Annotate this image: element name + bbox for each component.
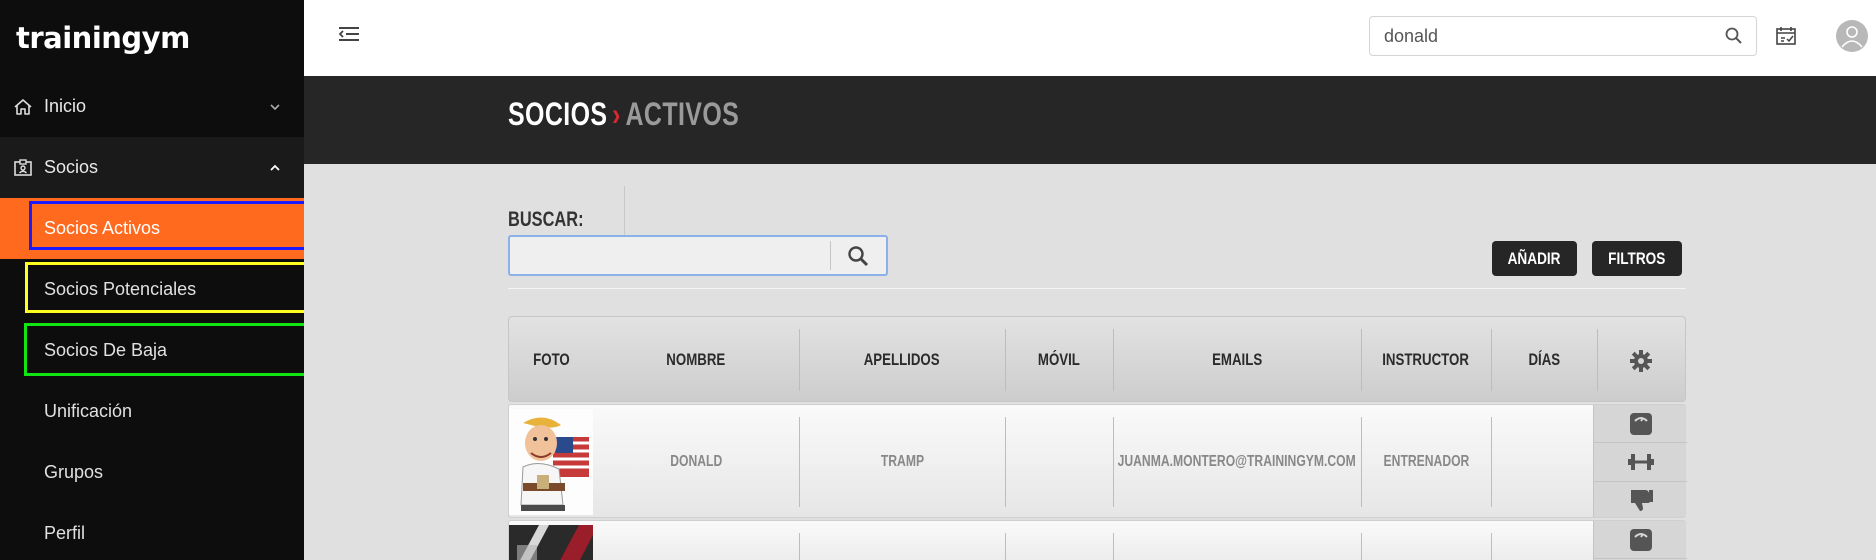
separator-line xyxy=(508,288,1686,289)
scale-icon[interactable] xyxy=(1627,527,1655,553)
column-separator xyxy=(1005,533,1006,560)
column-separator xyxy=(1113,533,1114,560)
sidebar-item-socios-de-baja[interactable]: Socios De Baja xyxy=(0,320,341,381)
highlight-box-green xyxy=(24,323,341,376)
calendar-check-icon[interactable] xyxy=(1774,24,1798,48)
table-row[interactable] xyxy=(508,520,1687,560)
member-photo[interactable] xyxy=(509,409,593,515)
chevron-down-icon xyxy=(270,103,280,110)
menu-collapse-icon[interactable] xyxy=(334,20,364,48)
thumbs-down-icon[interactable] xyxy=(1627,487,1655,513)
column-header-instructor[interactable]: INSTRUCTOR xyxy=(1361,317,1491,403)
page-title: SOCIOS › ACTIVOS xyxy=(508,96,739,133)
column-header-dias[interactable]: DÍAS xyxy=(1491,317,1597,403)
row-actions xyxy=(1593,521,1687,560)
sidebar-item-socios-potenciales[interactable]: Socios Potenciales xyxy=(0,259,339,320)
highlight-box-yellow xyxy=(25,262,339,313)
global-search xyxy=(1369,16,1757,56)
breadcrumb-separator: › xyxy=(612,96,621,132)
sidebar-item-perfil[interactable]: Perfil xyxy=(0,503,304,560)
action-separator xyxy=(1594,558,1687,559)
column-header-foto[interactable]: FOTO xyxy=(509,317,593,403)
dumbbell-icon[interactable] xyxy=(1627,449,1655,475)
row-actions xyxy=(1593,405,1687,517)
divider xyxy=(624,186,625,238)
chevron-up-icon xyxy=(270,164,280,171)
cell-instructor: ENTRENADOR xyxy=(1383,453,1469,470)
member-photo[interactable] xyxy=(509,525,593,560)
member-search xyxy=(508,235,888,276)
filters-button[interactable]: FILTROS xyxy=(1592,241,1682,276)
cell-nombre: DONALD xyxy=(669,453,723,470)
search-icon[interactable] xyxy=(846,244,870,268)
sidebar-item-label: Perfil xyxy=(44,523,86,543)
search-divider xyxy=(830,241,831,270)
search-label: BUSCAR: xyxy=(508,208,584,231)
sidebar-item-socios[interactable]: Socios xyxy=(0,137,304,198)
member-search-input[interactable] xyxy=(510,237,830,274)
home-icon xyxy=(13,97,33,117)
table-header: FOTO NOMBRE APELLIDOS MÓVIL EMAILS INSTR… xyxy=(508,316,1686,402)
sidebar-item-inicio[interactable]: Inicio xyxy=(0,76,304,137)
column-header-nombre[interactable]: NOMBRE xyxy=(593,317,799,403)
page-header: SOCIOS › ACTIVOS xyxy=(304,76,1876,164)
scale-icon[interactable] xyxy=(1627,411,1655,437)
id-card-icon xyxy=(13,158,33,178)
sidebar-item-grupos[interactable]: Grupos xyxy=(0,442,304,503)
cell-movil xyxy=(1005,405,1113,519)
table-row[interactable]: DONALD TRAMP JUANMA.MONTERO@TRAININGYM.C… xyxy=(508,404,1687,519)
search-icon[interactable] xyxy=(1724,26,1744,46)
breadcrumb-current: ACTIVOS xyxy=(625,96,740,132)
add-button[interactable]: AÑADIR xyxy=(1492,241,1577,276)
sidebar-item-label: Grupos xyxy=(44,462,104,482)
cell-email: JUANMA.MONTERO@TRAININGYM.COM xyxy=(1117,453,1357,470)
column-separator xyxy=(1361,533,1362,560)
cell-dias xyxy=(1491,405,1597,519)
global-search-input[interactable] xyxy=(1384,17,1704,55)
column-header-apellidos[interactable]: APELLIDOS xyxy=(799,317,1005,403)
sidebar-item-label: Unificación xyxy=(44,401,133,421)
column-header-movil[interactable]: MÓVIL xyxy=(1005,317,1113,403)
action-separator xyxy=(1594,481,1687,482)
sidebar-item-label: Inicio xyxy=(44,96,87,116)
breadcrumb-section[interactable]: SOCIOS xyxy=(508,96,607,132)
column-separator xyxy=(1491,533,1492,560)
sidebar-item-socios-activos[interactable]: Socios Activos xyxy=(0,198,341,259)
column-header-emails[interactable]: EMAILS xyxy=(1113,317,1361,403)
logo[interactable]: trainingym xyxy=(0,0,304,76)
action-separator xyxy=(1594,442,1687,443)
sidebar-item-unificacion[interactable]: Unificación xyxy=(0,381,304,442)
avatar[interactable] xyxy=(1836,20,1868,52)
column-separator xyxy=(1597,329,1598,391)
highlight-box-blue xyxy=(29,201,341,250)
sidebar: trainingym Inicio Socios Socios Activos … xyxy=(0,0,341,560)
cell-apellidos: TRAMP xyxy=(880,453,924,470)
sidebar-item-label: Socios xyxy=(44,157,99,177)
column-separator xyxy=(799,533,800,560)
gear-icon[interactable] xyxy=(1629,349,1653,373)
top-bar xyxy=(304,0,1876,76)
main-content: BUSCAR: AÑADIR FILTROS FOTO NOMBRE APELL… xyxy=(304,164,1876,560)
